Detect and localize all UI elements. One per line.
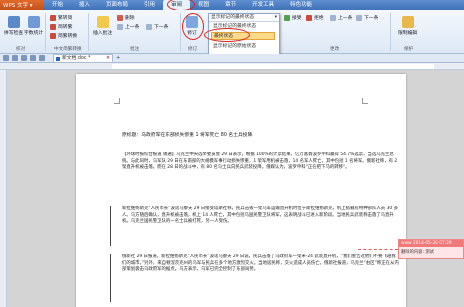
next-change-label: 下一条 [364, 16, 379, 21]
tab-view[interactable]: 视图 [190, 0, 217, 10]
next-comment-button[interactable]: 下一条 [146, 23, 168, 30]
undo-icon[interactable] [30, 55, 36, 61]
group-label-changes: 更改 [330, 47, 340, 52]
word-count-label: 字数统计 [24, 31, 44, 36]
open-icon[interactable] [12, 55, 18, 61]
margin-corner-mark [362, 98, 368, 104]
next-change-icon [356, 14, 362, 21]
spell-check-label: 拼写检查 [4, 31, 24, 36]
group-divider [180, 13, 181, 51]
vertical-ruler[interactable] [0, 70, 7, 307]
paragraph: 俄新社 29 日报道，新拉维扬斯克“人民市长”波诺马廖夫 29 日说，民兵击落了… [122, 254, 399, 273]
insert-comment-button[interactable]: 插入批注 [93, 16, 112, 36]
group-label-chinese-convert: 中文简繁转换 [54, 47, 82, 52]
track-changes-label: 修订 [187, 31, 197, 36]
comment-balloon[interactable]: www 2014-05-30 07:29 删除的内容: 测试 [398, 239, 464, 259]
track-changes-button[interactable]: 修订 [186, 16, 198, 36]
to-traditional-label: 简转繁 [58, 25, 73, 30]
convert-icon [50, 32, 56, 39]
horizontal-ruler[interactable] [0, 63, 464, 70]
convert-label: 简繁转换 [58, 34, 78, 39]
paragraph: 【环球时报综合报道 锡通】乌克兰中央选举委员会 29 日表示，根据 100%的计… [122, 152, 398, 171]
prev-change-icon [330, 14, 336, 21]
to-simplified-button[interactable]: 繁转简 [50, 14, 72, 21]
tab-page-layout[interactable]: 页面布局 [98, 0, 136, 10]
tab-special[interactable]: 特色功能 [282, 0, 320, 10]
group-label-proofing: 校对 [16, 47, 26, 52]
traditional-icon [50, 23, 56, 30]
ruler-text-area [112, 64, 434, 69]
delete-comment-label: 删除 [125, 16, 135, 21]
markup-option-original-with-markup[interactable]: 显示标记的原始状态 [211, 43, 275, 51]
markup-view-current: 显示标记的最终状态 [211, 15, 255, 20]
comment-header: www 2014-05-30 07:29 [399, 240, 463, 247]
lock-icon [401, 16, 414, 28]
spell-check-button[interactable]: 拼写检查 [4, 16, 23, 36]
delete-comment-icon [117, 14, 123, 21]
accept-button[interactable]: 接受 [284, 14, 302, 21]
prev-change-label: 上一条 [338, 16, 353, 21]
to-simplified-label: 繁转简 [58, 16, 73, 21]
word-count-icon [27, 16, 40, 28]
prev-comment-icon [117, 23, 123, 30]
group-divider [45, 13, 46, 51]
new-tab-button[interactable]: + [116, 55, 120, 61]
word-count-button[interactable]: 字数统计 [24, 16, 43, 36]
markup-view-select[interactable]: 显示标记的最终状态 ▾ [209, 14, 279, 22]
group-label-comments: 批注 [130, 47, 140, 52]
redo-icon[interactable] [39, 55, 45, 61]
convert-button[interactable]: 简繁转换 [50, 32, 77, 39]
markup-option-final[interactable]: 最终状态 [211, 32, 275, 40]
group-divider [390, 13, 391, 51]
comment-connector-line [358, 249, 398, 250]
to-traditional-button[interactable]: 简转繁 [50, 23, 72, 30]
document-page[interactable]: 原标题：乌政府军在东部损失惨重 1 将军死亡 80 名士兵投降 【环球时报综合报… [76, 74, 406, 307]
tab-references[interactable]: 引用 [136, 0, 163, 10]
reject-label: 拒绝 [314, 16, 324, 21]
revision-change-bar [110, 206, 111, 246]
close-icon[interactable]: × [106, 55, 110, 63]
document-tab-bar: 新文档.doc * × + [0, 54, 464, 63]
delete-comment-button[interactable]: 删除 [117, 14, 135, 21]
reject-button[interactable]: 拒绝 [306, 14, 324, 21]
prev-comment-button[interactable]: 上一条 [117, 23, 139, 30]
margin-corner-mark [114, 98, 120, 104]
markup-option-final-with-markup[interactable]: 显示标记的最终状态 [211, 23, 275, 31]
insert-comment-label: 插入批注 [93, 31, 113, 36]
document-tab[interactable]: 新文档.doc * × [53, 54, 113, 62]
group-label-tracking: 修订 [188, 47, 198, 52]
chevron-down-icon[interactable]: ▾ [275, 14, 277, 22]
tab-start[interactable]: 开始 [44, 0, 71, 10]
restrict-editing-button[interactable]: 限制编辑 [398, 16, 417, 36]
accept-icon [284, 14, 290, 21]
revision-change-bar [110, 254, 111, 302]
next-comment-icon [146, 23, 152, 30]
next-change-button[interactable]: 下一条 [356, 14, 378, 21]
prev-change-button[interactable]: 上一条 [330, 14, 352, 21]
accept-label: 接受 [292, 16, 302, 21]
spell-check-icon [7, 16, 20, 28]
comment-body: 删除的内容: 测试 [401, 250, 434, 255]
save-icon[interactable] [3, 55, 9, 61]
paragraph: 新拉维扬斯克“人民市长”波诺马廖夫 29 日接受塔斯社称，民兵击毁一架乌军运输直… [122, 206, 398, 225]
document-icon [56, 57, 60, 61]
simplified-icon [50, 14, 56, 21]
group-divider [88, 13, 89, 51]
document-tab-title: 新文档.doc * [62, 56, 91, 61]
comment-icon [96, 16, 109, 28]
prev-comment-label: 上一条 [125, 25, 140, 30]
restrict-editing-label: 限制编辑 [398, 31, 418, 36]
next-comment-label: 下一条 [154, 25, 169, 30]
menu-bar: WPS 文字 ▾ 开始 插入 页面布局 引用 审阅 视图 章节 开发工具 特色功… [0, 0, 464, 10]
tab-review[interactable]: 审阅 [163, 0, 191, 10]
tab-chapter[interactable]: 章节 [217, 0, 244, 10]
app-menu-button[interactable]: WPS 文字 ▾ [0, 0, 44, 10]
tab-developer[interactable]: 开发工具 [244, 0, 282, 10]
document-title-line: 原标题：乌政府军在东部损失惨重 1 将军死亡 80 名士兵投降 [122, 133, 253, 138]
tab-insert[interactable]: 插入 [71, 0, 98, 10]
reject-icon [306, 14, 312, 21]
print-icon[interactable] [21, 55, 27, 61]
group-label-protect: 保护 [404, 47, 414, 52]
track-changes-icon [186, 16, 198, 28]
